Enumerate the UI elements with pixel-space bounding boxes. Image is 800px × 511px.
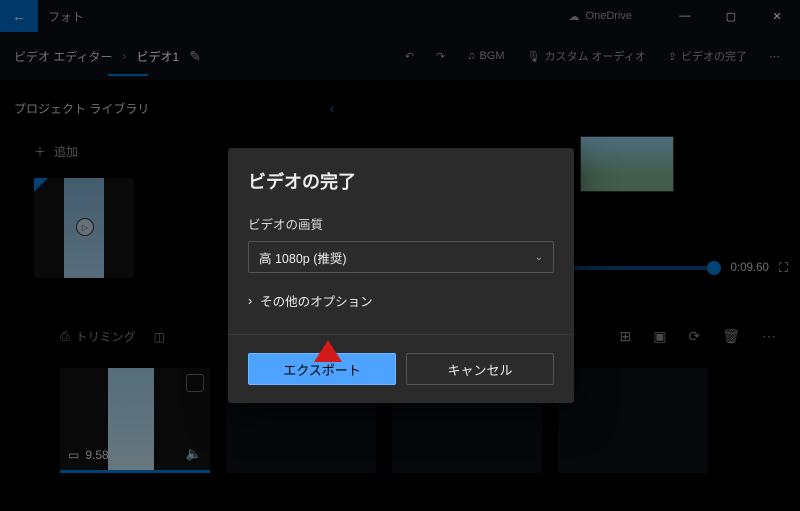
export-button-label: エクスポート [283, 360, 361, 379]
annotation-arrow [314, 340, 342, 362]
dialog-title: ビデオの完了 [248, 168, 554, 194]
chevron-right-icon: › [248, 294, 252, 308]
dialog-button-row: エクスポート キャンセル [228, 334, 574, 403]
quality-value: 高 1080p (推奨) [259, 248, 347, 267]
chevron-down-icon: ⌄ [535, 252, 543, 263]
cancel-button-label: キャンセル [447, 360, 512, 379]
cancel-button[interactable]: キャンセル [406, 353, 554, 385]
finish-video-dialog: ビデオの完了 ビデオの画質 高 1080p (推奨) ⌄ › その他のオプション… [228, 148, 574, 403]
more-options-label: その他のオプション [260, 291, 373, 310]
more-options-expander[interactable]: › その他のオプション [248, 291, 554, 310]
quality-select[interactable]: 高 1080p (推奨) ⌄ [248, 241, 554, 273]
quality-label: ビデオの画質 [248, 214, 554, 233]
